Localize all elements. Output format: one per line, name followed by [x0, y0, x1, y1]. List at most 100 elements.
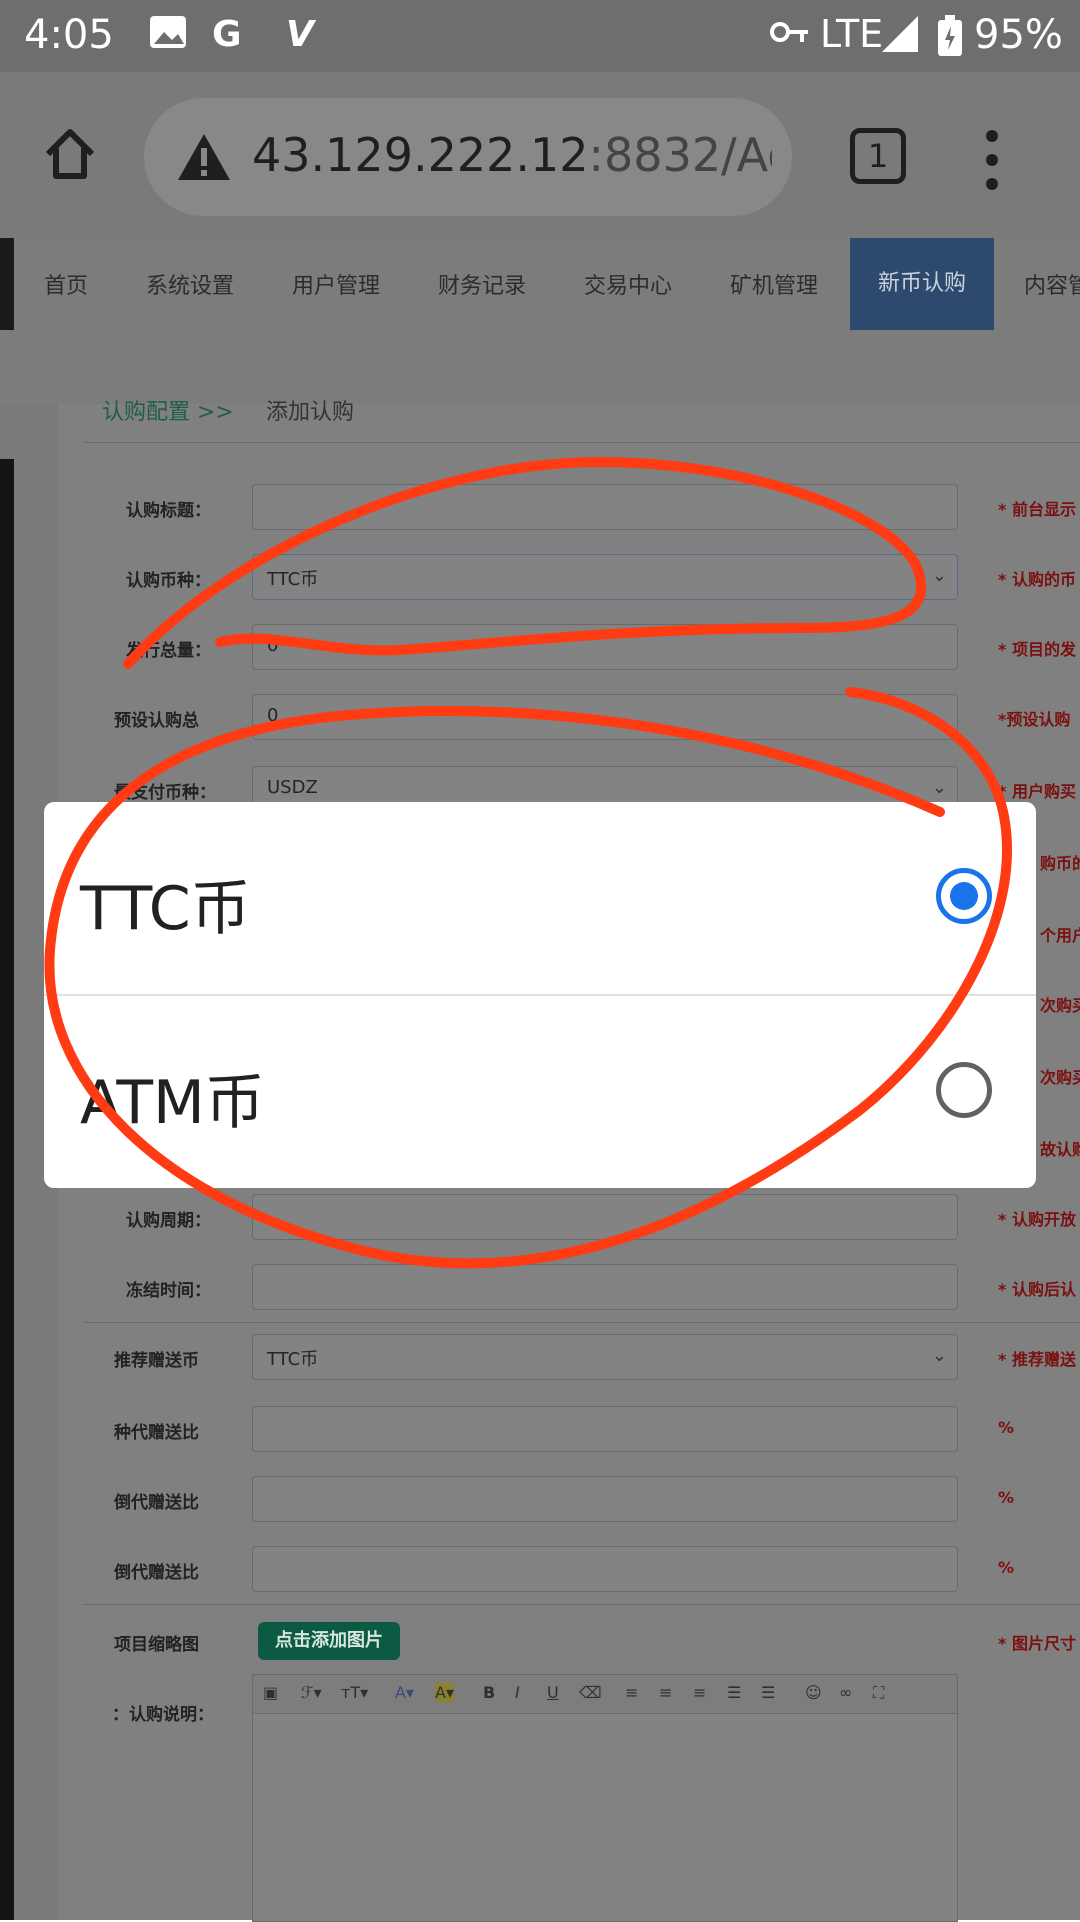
field-note: 次购买	[1040, 1068, 1080, 1087]
chevron-down-icon: ⌄	[931, 565, 947, 586]
ordered-list-icon[interactable]: ☰	[727, 1683, 741, 1702]
nav-item-trading-center[interactable]: 交易中心	[584, 268, 672, 300]
field-note: * 图片尺寸	[998, 1634, 1076, 1653]
field-note: %	[998, 1558, 1015, 1577]
unordered-list-icon[interactable]: ☰	[761, 1683, 775, 1702]
ratio-input-1[interactable]	[252, 1406, 958, 1452]
align-right-icon[interactable]: ≡	[693, 1683, 706, 1702]
field-label: 倒代赠送比	[114, 1493, 199, 1513]
breadcrumb-current: 添加认购	[266, 400, 355, 425]
ratio-input-2[interactable]	[252, 1476, 958, 1522]
referral-coin-select[interactable]: TTC币 ⌄	[252, 1334, 958, 1380]
url-path: :8832/Adı	[588, 128, 772, 182]
option-label: ATM币	[80, 1068, 265, 1138]
signal-icon	[880, 14, 920, 63]
browser-toolbar: 43.129.222.12:8832/Adı 1	[0, 72, 1080, 238]
radio-unselected-icon[interactable]	[936, 1062, 992, 1118]
coin-select[interactable]: TTC币 ⌄	[252, 554, 958, 600]
option-label: TTC币	[80, 874, 251, 944]
field-label: 最支付币种：	[114, 783, 216, 803]
source-icon[interactable]: ▣	[263, 1683, 278, 1702]
field-label: 推荐赠送币	[114, 1351, 199, 1371]
check-v-icon: V	[286, 14, 314, 55]
more-menu-icon[interactable]	[986, 130, 1000, 194]
divider	[84, 442, 1080, 443]
nav-left-edge	[0, 238, 14, 330]
status-bar: 4:05 G V LTE 95%	[0, 0, 1080, 72]
url-host: 43.129.222.12	[252, 128, 589, 182]
freeze-time-input[interactable]	[252, 1264, 958, 1310]
ratio-input-3[interactable]	[252, 1546, 958, 1592]
warning-icon[interactable]	[176, 130, 232, 186]
status-time: 4:05	[24, 12, 114, 58]
field-note: %	[998, 1488, 1015, 1507]
font-color-icon[interactable]: A▾	[395, 1683, 414, 1702]
breadcrumb-parent[interactable]: 认购配置 >>	[102, 394, 234, 426]
address-bar[interactable]: 43.129.222.12:8832/Adı	[144, 98, 792, 216]
divider	[84, 1604, 1080, 1605]
cycle-input[interactable]	[252, 1194, 958, 1240]
emoji-icon[interactable]: ☺	[805, 1683, 822, 1702]
nav-item-finance-records[interactable]: 财务记录	[438, 268, 526, 300]
field-note: * 推荐赠送	[998, 1350, 1076, 1369]
battery-icon	[936, 14, 964, 67]
editor-toolbar: ▣ ℱ▾ ᴛT▾ A▾ A▾ B I U ⌫ ≡ ≡ ≡ ☰ ☰ ☺ ∞ ⛶	[253, 1675, 957, 1714]
image-icon	[148, 14, 188, 59]
fullscreen-icon[interactable]: ⛶	[873, 1683, 884, 1703]
field-note: 故认购	[1040, 1140, 1080, 1159]
total-supply-input[interactable]: 0	[252, 624, 958, 670]
highlight-icon[interactable]: A▾	[435, 1683, 454, 1702]
field-label: 项目缩略图	[114, 1635, 199, 1655]
align-left-icon[interactable]: ≡	[625, 1683, 638, 1702]
nav-item-content[interactable]: 内容管	[1024, 268, 1080, 300]
nav-item-system-settings[interactable]: 系统设置	[146, 268, 234, 300]
field-label: 倒代赠送比	[114, 1563, 199, 1583]
field-note: * 认购后认	[998, 1280, 1076, 1299]
field-note: 个用户	[1040, 926, 1080, 945]
field-label: 认购币种：	[126, 571, 211, 591]
battery-percent: 95%	[974, 12, 1063, 58]
field-label: ：认购说明：	[112, 1705, 214, 1725]
italic-icon[interactable]: I	[515, 1683, 520, 1702]
title-input[interactable]	[252, 484, 958, 530]
eraser-icon[interactable]: ⌫	[579, 1683, 602, 1702]
field-label: 预设认购总	[114, 711, 199, 731]
upload-image-button[interactable]: 点击添加图片	[258, 1622, 400, 1660]
field-label: 发行总量：	[126, 641, 211, 661]
field-note: * 用户购买	[998, 782, 1076, 801]
chevron-down-icon: ⌄	[931, 777, 947, 798]
google-icon: G	[212, 14, 242, 55]
field-note: *预设认购	[998, 710, 1071, 729]
nav-item-home[interactable]: 首页	[44, 268, 88, 300]
rich-text-editor[interactable]: ▣ ℱ▾ ᴛT▾ A▾ A▾ B I U ⌫ ≡ ≡ ≡ ☰ ☰ ☺ ∞ ⛶	[252, 1674, 958, 1922]
underline-icon[interactable]: U	[547, 1683, 559, 1702]
preset-total-input[interactable]: 0	[252, 694, 958, 740]
link-icon[interactable]: ∞	[839, 1683, 852, 1702]
field-label: 种代赠送比	[114, 1423, 199, 1443]
chevron-down-icon: ⌄	[931, 1345, 947, 1366]
divider	[84, 1322, 1080, 1323]
tab-switcher-button[interactable]: 1	[850, 128, 906, 184]
nav-item-miner-management[interactable]: 矿机管理	[730, 268, 818, 300]
field-note: * 前台显示	[998, 500, 1076, 519]
field-label: 冻结时间：	[126, 1281, 211, 1301]
option-ttc[interactable]: TTC币	[44, 802, 1036, 994]
nav-item-new-coin-subscription[interactable]: 新币认购	[850, 238, 995, 330]
bold-icon[interactable]: B	[483, 1683, 495, 1702]
align-center-icon[interactable]: ≡	[659, 1683, 672, 1702]
nav-item-user-management[interactable]: 用户管理	[292, 268, 380, 300]
radio-selected-icon[interactable]	[936, 868, 992, 924]
font-family-icon[interactable]: ℱ▾	[301, 1683, 322, 1702]
font-size-icon[interactable]: ᴛT▾	[341, 1683, 368, 1702]
field-note: 购币的	[1040, 854, 1080, 873]
admin-nav: 首页 系统设置 用户管理 财务记录 交易中心 矿机管理 新币认购 内容管	[0, 238, 1080, 404]
field-label: 认购周期：	[126, 1211, 211, 1231]
field-note: 次购买	[1040, 996, 1080, 1015]
option-atm[interactable]: ATM币	[44, 996, 1036, 1188]
field-note: %	[998, 1418, 1015, 1437]
network-type: LTE	[820, 12, 884, 56]
field-label: 认购标题：	[126, 501, 211, 521]
vpn-key-icon	[770, 14, 810, 59]
url-text[interactable]: 43.129.222.12:8832/Adı	[252, 128, 772, 182]
home-icon[interactable]	[40, 124, 100, 184]
